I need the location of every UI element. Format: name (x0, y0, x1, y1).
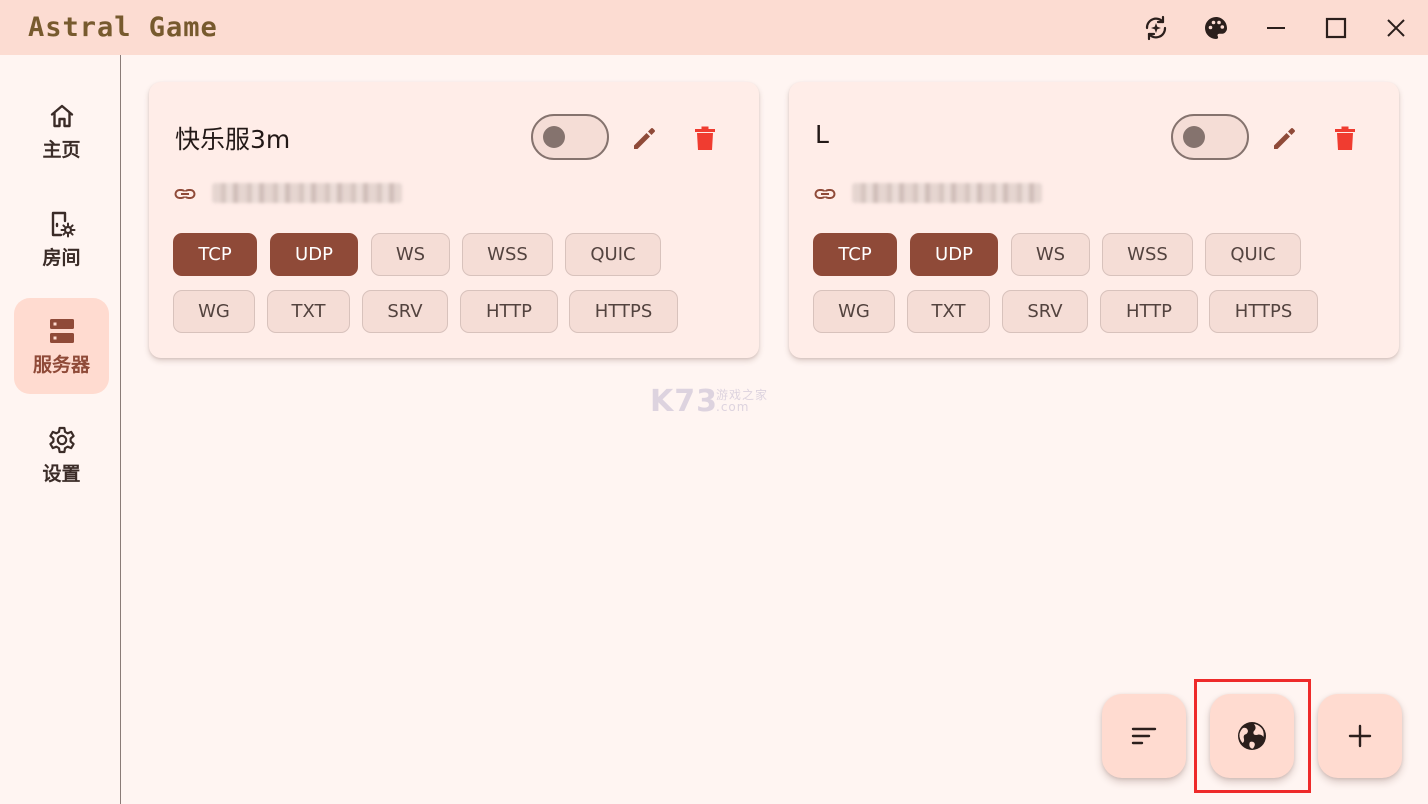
protocol-chip[interactable]: QUIC (565, 233, 661, 276)
minimize-icon (1267, 27, 1285, 29)
protocol-chip[interactable]: UDP (910, 233, 998, 276)
chip-label: WG (838, 301, 870, 322)
chip-label: HTTPS (1234, 301, 1293, 322)
link-icon (174, 189, 196, 199)
protocol-chip[interactable]: HTTPS (1209, 290, 1318, 333)
toggle-knob (543, 126, 565, 148)
edit-server-button[interactable] (625, 118, 665, 158)
public-servers-button[interactable] (1210, 694, 1294, 778)
chip-label: WSS (487, 244, 528, 265)
sidebar-item-home[interactable]: 主页 (14, 83, 109, 179)
server-card: 快乐服3m TCP UDP WS WSS QUIC WG TXT SRV HTT… (149, 82, 759, 358)
server-icon (49, 318, 74, 343)
sync-button[interactable] (1136, 8, 1176, 48)
server-name: 快乐服3m (175, 125, 291, 154)
pencil-icon (634, 128, 655, 149)
toggle-knob (1183, 126, 1205, 148)
delete-server-button[interactable] (1325, 118, 1365, 158)
sidebar-item-label: 房间 (42, 246, 81, 269)
chip-label: SRV (387, 301, 423, 322)
minimize-button[interactable] (1256, 8, 1296, 48)
protocol-chip[interactable]: SRV (1002, 290, 1088, 333)
sidebar-item-label: 主页 (42, 138, 81, 161)
chip-label: TXT (931, 301, 966, 322)
close-button[interactable] (1376, 8, 1416, 48)
maximize-button[interactable] (1316, 8, 1356, 48)
protocol-chip[interactable]: TXT (267, 290, 350, 333)
pencil-icon (1274, 128, 1295, 149)
sort-icon (1131, 727, 1157, 745)
protocol-chip[interactable]: WSS (1102, 233, 1193, 276)
app-title: Astral Game (28, 12, 218, 43)
maximize-icon (1325, 17, 1347, 39)
palette-icon (1205, 17, 1227, 39)
globe-icon (1238, 722, 1266, 750)
sidebar-item-label: 服务器 (32, 353, 90, 376)
sidebar-item-settings[interactable]: 设置 (14, 407, 109, 503)
server-name: L (815, 120, 829, 149)
sort-button[interactable] (1102, 694, 1186, 778)
close-icon (1387, 19, 1405, 37)
sidebar-item-room[interactable]: 房间 (14, 191, 109, 287)
protocol-chip[interactable]: HTTP (460, 290, 558, 333)
edit-server-button[interactable] (1265, 118, 1305, 158)
chip-label: UDP (295, 244, 333, 265)
theme-button[interactable] (1196, 8, 1236, 48)
watermark-main: K73 (650, 384, 718, 419)
sidebar-item-label: 设置 (42, 462, 81, 485)
protocol-chip[interactable]: TCP (813, 233, 897, 276)
delete-server-button[interactable] (685, 118, 725, 158)
link-icon (814, 189, 836, 199)
protocol-chip[interactable]: WG (813, 290, 895, 333)
chip-label: QUIC (1230, 244, 1276, 265)
protocol-chip[interactable]: TCP (173, 233, 257, 276)
room-settings-icon (51, 211, 75, 237)
chip-label: UDP (935, 244, 973, 265)
chip-label: TXT (291, 301, 326, 322)
server-address-blurred (212, 183, 402, 203)
gear-icon (48, 426, 75, 453)
server-address-blurred (852, 183, 1042, 203)
sidebar-item-server[interactable]: 服务器 (14, 298, 109, 394)
trash-icon (1335, 126, 1355, 150)
chip-label: WS (395, 244, 426, 265)
home-icon (50, 104, 73, 127)
server-enable-toggle[interactable] (1171, 114, 1249, 160)
chip-label: HTTPS (594, 301, 653, 322)
chip-label: TCP (838, 244, 872, 265)
plus-icon (1348, 724, 1372, 748)
protocol-chip[interactable]: WG (173, 290, 255, 333)
protocol-chip[interactable]: WS (1011, 233, 1090, 276)
chip-label: WG (198, 301, 230, 322)
chip-label: QUIC (590, 244, 636, 265)
protocol-chip[interactable]: QUIC (1205, 233, 1301, 276)
title-bar: Astral Game (0, 0, 1428, 55)
add-server-button[interactable] (1318, 694, 1402, 778)
chip-label: WS (1035, 244, 1066, 265)
watermark-sub2: .com (716, 400, 750, 414)
protocol-chip[interactable]: HTTPS (569, 290, 678, 333)
chip-label: TCP (198, 244, 232, 265)
protocol-chip[interactable]: UDP (270, 233, 358, 276)
watermark: K73 游戏之家 .com (650, 384, 767, 419)
protocol-chip[interactable]: SRV (362, 290, 448, 333)
sync-sparkle-icon (1145, 15, 1167, 41)
server-card: L TCP UDP WS WSS QUIC WG TXT SRV HTTP HT… (789, 82, 1399, 358)
chip-label: HTTP (1125, 301, 1173, 322)
chip-label: SRV (1027, 301, 1063, 322)
chip-label: HTTP (485, 301, 533, 322)
protocol-chip[interactable]: HTTP (1100, 290, 1198, 333)
protocol-chip[interactable]: TXT (907, 290, 990, 333)
sidebar: 主页 房间 服务器 设置 (0, 55, 121, 804)
protocol-chip[interactable]: WS (371, 233, 450, 276)
trash-icon (695, 126, 715, 150)
protocol-chip[interactable]: WSS (462, 233, 553, 276)
server-enable-toggle[interactable] (531, 114, 609, 160)
chip-label: WSS (1127, 244, 1168, 265)
